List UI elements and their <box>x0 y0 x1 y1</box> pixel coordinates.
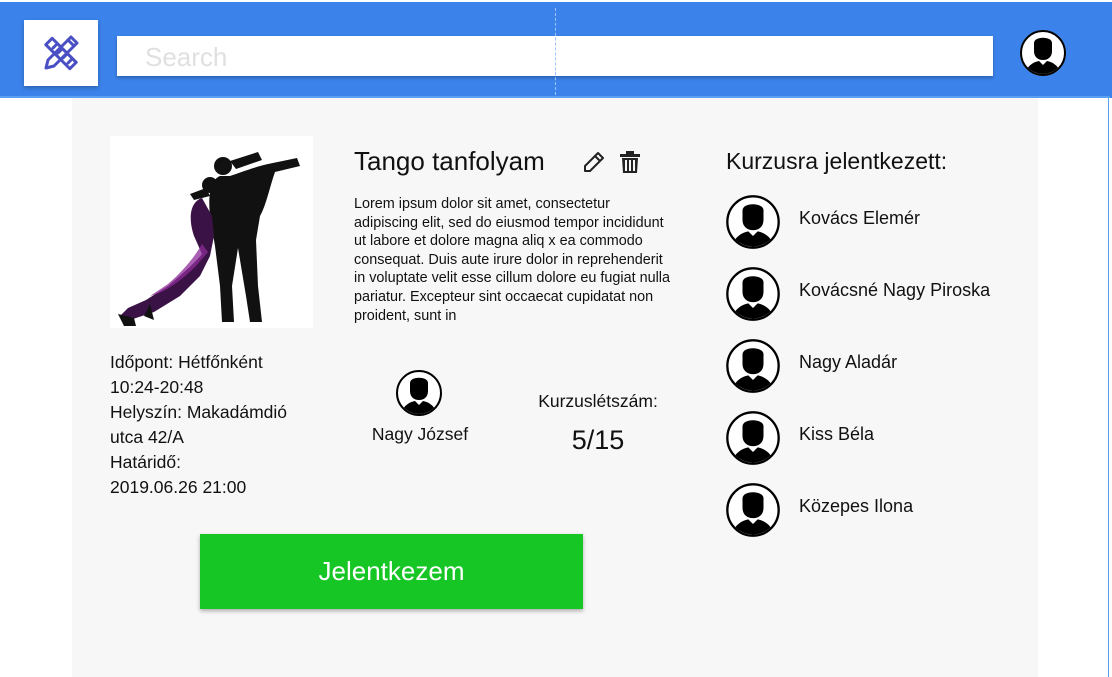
attendee-name: Kovácsné Nagy Piroska <box>799 280 991 300</box>
place-value: utca 42/A <box>110 427 184 447</box>
deadline-value: 2019.06.26 21:00 <box>110 477 247 497</box>
capacity-value: 5/15 <box>571 425 625 455</box>
course-details: Időpont: Hétfőnként 10:24-20:48 Helyszín… <box>110 350 325 500</box>
guide-line <box>555 8 556 100</box>
top-bar <box>0 2 1112 100</box>
attendee-avatar[interactable] <box>725 410 781 466</box>
attendee-avatar[interactable] <box>725 482 781 538</box>
attendee-name: Közepes Ilona <box>799 496 914 516</box>
attendee-avatar[interactable] <box>725 194 781 250</box>
user-avatar-icon <box>726 339 780 393</box>
apply-button[interactable]: Jelentkezem <box>200 534 583 609</box>
attendees-title: Kurzusra jelentkezett: <box>726 148 948 174</box>
time-label: Időpont: Hétfőnként <box>110 352 263 372</box>
organizer-avatar[interactable] <box>395 369 443 417</box>
time-value: 10:24-20:48 <box>110 377 204 397</box>
app-logo[interactable] <box>24 20 98 86</box>
user-avatar-icon <box>726 267 780 321</box>
course-description: Lorem ipsum dolor sit amet, consectetur … <box>354 196 670 324</box>
edit-course-button[interactable] <box>582 150 606 174</box>
attendee-name: Kovács Elemér <box>799 208 921 228</box>
user-avatar-icon <box>726 483 780 537</box>
user-avatar-icon <box>396 370 442 416</box>
course-title: Tango tanfolyam <box>354 146 545 176</box>
frame-border <box>1108 96 1109 677</box>
place-label: Helyszín: Makadámdió <box>110 402 288 422</box>
capacity-label: Kurzuslétszám: <box>538 391 658 411</box>
course-photo <box>110 136 313 328</box>
attendee-avatar[interactable] <box>725 266 781 322</box>
user-avatar-icon <box>726 411 780 465</box>
organizer-name: Nagy József <box>371 424 469 444</box>
pencil-icon <box>584 152 604 172</box>
user-profile-button[interactable] <box>1019 29 1067 77</box>
attendee-name: Nagy Aladár <box>799 352 898 372</box>
attendee-avatar[interactable] <box>725 338 781 394</box>
attendee-name: Kiss Béla <box>799 424 875 444</box>
user-avatar-icon <box>726 195 780 249</box>
trash-icon <box>620 151 640 173</box>
pencil-ruler-icon <box>44 35 79 71</box>
deadline-label: Határidő: <box>110 452 182 472</box>
delete-course-button[interactable] <box>619 150 641 174</box>
user-avatar-icon <box>1020 30 1066 76</box>
tango-dancers-image <box>118 152 300 326</box>
